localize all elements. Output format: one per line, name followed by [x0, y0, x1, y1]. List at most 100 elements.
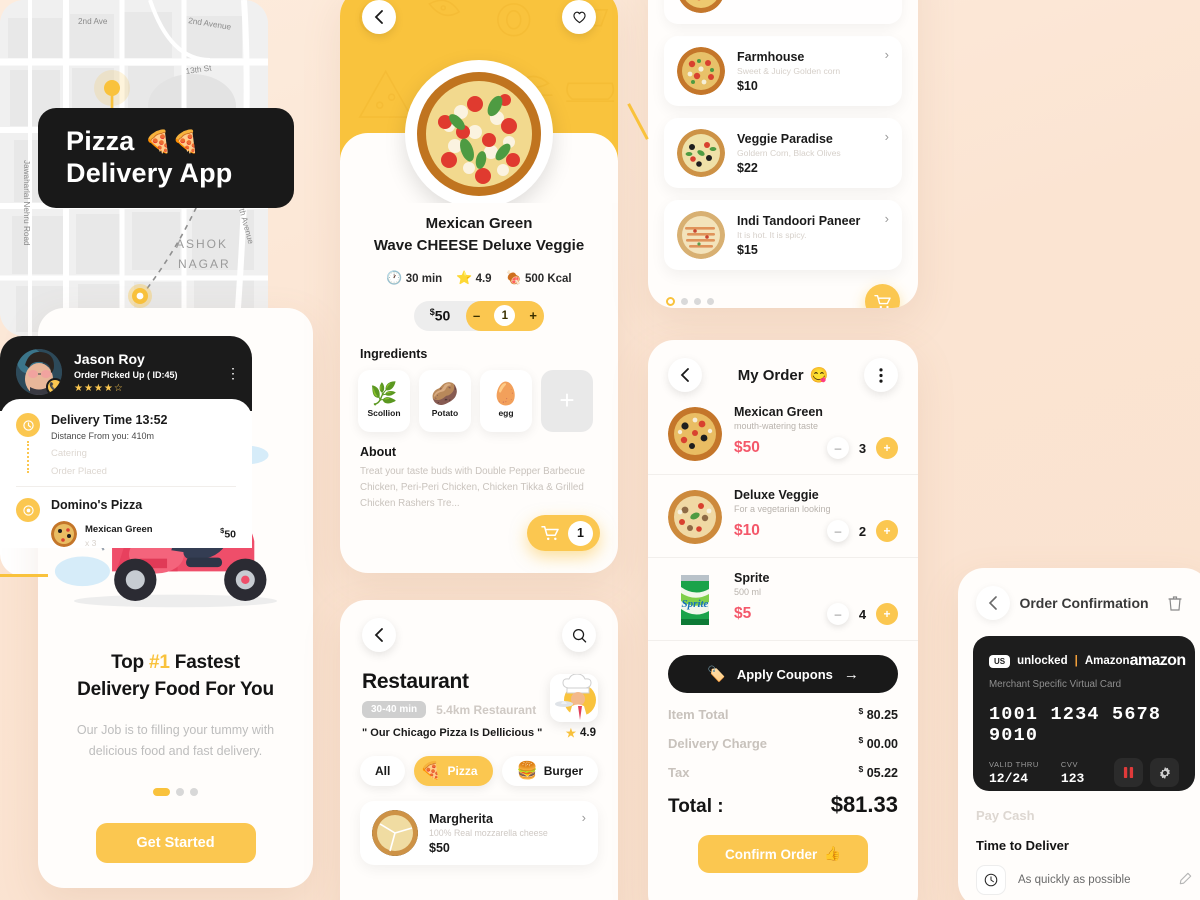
svg-text:2nd Ave: 2nd Ave	[78, 17, 108, 26]
pay-cash-option[interactable]: Pay Cash	[976, 808, 1200, 823]
increase-button[interactable]: +	[876, 603, 898, 625]
svg-text:Sprite: Sprite	[682, 598, 709, 610]
total-row: Tax $ 05.22	[668, 764, 898, 780]
ingredient-item[interactable]: 🥔 Potato	[419, 369, 471, 432]
total-label: Item Total	[668, 707, 729, 723]
pagination-dot-2[interactable]	[681, 298, 688, 305]
order-quantity-stepper[interactable]: – 4 +	[827, 603, 898, 625]
list-item[interactable]: Indi Tandoori Paneer It is hot. It is sp…	[664, 200, 902, 270]
list-item[interactable]: Farmhouse Sweet & Juicy Golden corn $10 …	[664, 36, 902, 106]
list-pagination[interactable]	[666, 297, 714, 306]
timeline-content: Delivery Time 13:52 Distance From you: 4…	[51, 413, 168, 477]
back-button[interactable]	[976, 586, 1010, 620]
add-ingredient-button[interactable]: +	[541, 369, 593, 432]
category-chip-burger[interactable]: 🍔 Burger	[501, 756, 599, 786]
yum-emoji-icon: 😋	[809, 367, 829, 384]
pagination-dot-1[interactable]	[666, 297, 675, 306]
pagination-dot-1[interactable]	[153, 787, 170, 796]
pagination-dot-3[interactable]	[694, 298, 701, 305]
onboarding-pagination[interactable]	[38, 787, 313, 796]
decrease-button[interactable]: –	[827, 520, 849, 542]
pagination-dot-4[interactable]	[707, 298, 714, 305]
order-info: Mexican Green mouth-watering taste $50 –…	[734, 405, 898, 459]
apply-coupons-label: Apply Coupons	[736, 666, 833, 682]
timeline-delivery: Delivery Time 13:52 Distance From you: 4…	[16, 413, 236, 477]
kebab-menu-icon[interactable]: ⋮	[226, 366, 240, 380]
list-item[interactable]: Veggie Paradise Goldern Corn, Black Oliv…	[664, 118, 902, 188]
confirm-order-button[interactable]: Confirm Order 👍	[698, 835, 868, 874]
decrease-button[interactable]: –	[473, 308, 480, 323]
chevron-right-icon[interactable]: ›	[885, 211, 889, 226]
trash-icon[interactable]	[1158, 586, 1192, 620]
pizza-thumbnail	[677, 0, 725, 13]
pencil-icon[interactable]	[1179, 872, 1192, 888]
arrow-right-icon: →	[843, 665, 859, 683]
title-line-1: Pizza	[66, 126, 135, 157]
pagination-dot-2[interactable]	[176, 787, 184, 796]
food-info: Margherita 100% Real mozzarella cheese $…	[429, 812, 571, 855]
order-row: Deluxe Veggie For a vegetarian looking $…	[648, 475, 918, 558]
decrease-button[interactable]: –	[827, 437, 849, 459]
order-quantity-stepper[interactable]: – 3 +	[827, 437, 898, 459]
increase-button[interactable]: +	[529, 308, 537, 323]
headline-line-2: Delivery Food For You	[77, 678, 274, 700]
rider-name: Jason Roy	[74, 350, 145, 367]
cart-icon	[541, 526, 559, 541]
quantity-stepper[interactable]: – 1 +	[466, 300, 544, 331]
ingredients-list: 🌿 Scollion 🥔 Potato 🥚 egg +	[340, 369, 618, 432]
quantity-value: 3	[858, 440, 867, 456]
gear-icon[interactable]	[1150, 758, 1179, 787]
list-item[interactable]: Margherita 100% Real mozzarella cheese $…	[360, 801, 598, 865]
increase-button[interactable]: +	[876, 437, 898, 459]
favorite-heart-icon[interactable]	[562, 0, 596, 34]
pagination-dot-3[interactable]	[190, 787, 198, 796]
pizza-desc: Goldern Corn, Black Olives	[737, 147, 841, 158]
chevron-right-icon[interactable]: ›	[885, 47, 889, 62]
cart-button[interactable]	[865, 284, 900, 308]
ingredient-item[interactable]: 🥚 egg	[480, 369, 532, 432]
time-to-deliver-value: As quickly as possible	[1018, 874, 1131, 886]
onboarding-headline: Top #1 Fastest Delivery Food For You	[38, 650, 313, 704]
phone-icon[interactable]: 📞	[46, 378, 62, 395]
ingredient-label: Scollion	[367, 408, 401, 418]
time-to-deliver-row[interactable]: As quickly as possible	[976, 865, 1192, 895]
headline-pre: Top	[111, 652, 149, 673]
back-button[interactable]	[362, 0, 396, 34]
order-quantity-stepper[interactable]: – 2 +	[827, 520, 898, 542]
chevron-right-icon[interactable]: ›	[885, 129, 889, 144]
virtual-card[interactable]: US unlocked | Amazon amazon Merchant Spe…	[973, 636, 1195, 791]
cart-fab-button[interactable]: 1	[527, 515, 600, 551]
kebab-menu-icon[interactable]	[863, 358, 898, 392]
card-bottom-row: VALID THRU 12/24 CVV 123	[989, 758, 1179, 787]
svg-text:ASHOK: ASHOK	[176, 237, 228, 251]
order-row: Sprite Sprite 500 ml $5 – 4 +	[648, 558, 918, 641]
search-icon[interactable]	[562, 618, 596, 652]
discount-tag-icon: 🏷️	[707, 666, 726, 683]
my-order-screen: My Order 😋 Mexican Green mouth-watering …	[648, 340, 918, 900]
pizza-emoji-icon: 🍕🍕	[144, 129, 200, 155]
decorative-rule-left	[0, 574, 48, 577]
increase-button[interactable]: +	[876, 520, 898, 542]
restaurant-quote-row: " Our Chicago Pizza Is Dellicious " ★ 4.9	[362, 726, 596, 740]
pizza-name: Farmhouse	[737, 49, 805, 64]
list-item[interactable]	[664, 0, 902, 24]
order-title-text: My Order	[737, 366, 804, 384]
confirm-order-label: Confirm Order	[724, 846, 818, 862]
ingredient-item[interactable]: 🌿 Scollion	[358, 369, 410, 432]
category-chip-pizza[interactable]: 🍕 Pizza	[414, 756, 493, 786]
back-button[interactable]	[362, 618, 396, 652]
pause-icon[interactable]	[1114, 758, 1143, 787]
grand-total-row: Total : $81.33	[668, 792, 898, 818]
back-button[interactable]	[668, 358, 702, 392]
card-valid-thru: VALID THRU 12/24	[989, 760, 1039, 787]
product-hero	[340, 0, 618, 203]
price-value: 50	[434, 307, 451, 324]
order-item-name: Deluxe Veggie	[734, 488, 819, 502]
delivery-distance: Distance From you: 410m	[51, 431, 155, 441]
category-chip-all[interactable]: All	[360, 756, 406, 786]
get-started-button[interactable]: Get Started	[95, 822, 256, 863]
apply-coupons-button[interactable]: 🏷️ Apply Coupons →	[668, 655, 898, 693]
chevron-right-icon[interactable]: ›	[582, 810, 586, 825]
total-value: $ 05.22	[859, 764, 899, 780]
decrease-button[interactable]: –	[827, 603, 849, 625]
